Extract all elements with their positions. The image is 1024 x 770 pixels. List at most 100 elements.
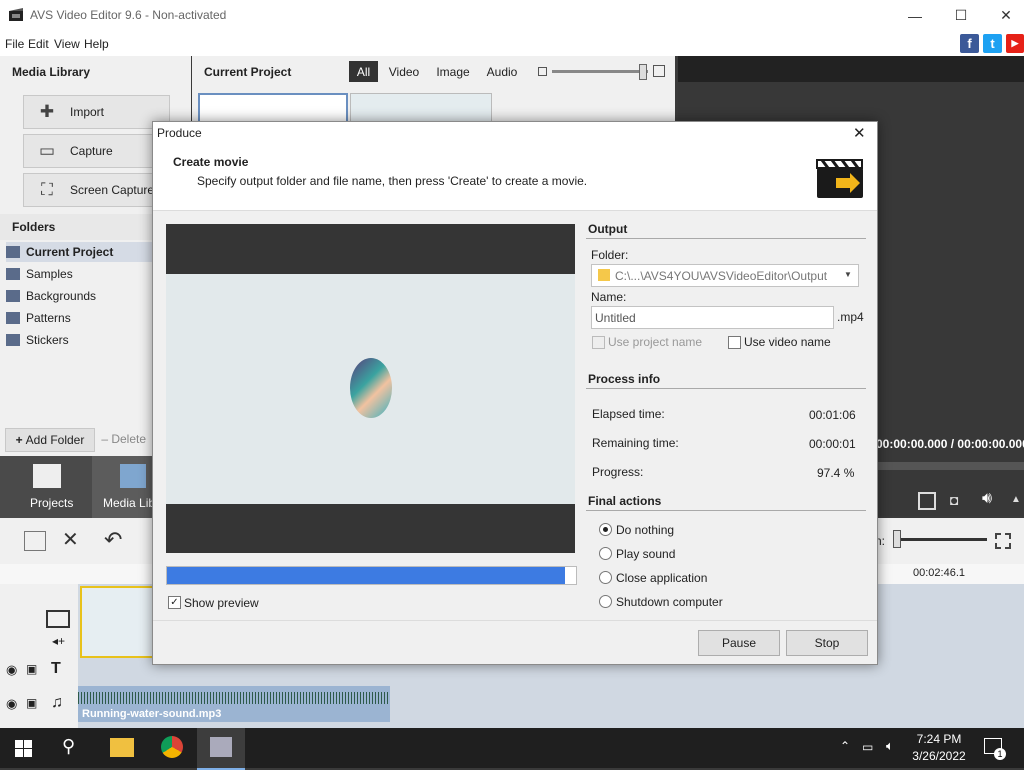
radio-play-sound[interactable] xyxy=(599,547,612,560)
youtube-icon[interactable]: ▶ xyxy=(1006,34,1024,53)
option-close-application-label: Close application xyxy=(616,571,708,585)
folder-icon xyxy=(598,269,610,281)
ruler-timestamp: 00:02:46.1 xyxy=(913,567,965,579)
show-preview-label: Show preview xyxy=(184,596,259,610)
video-clip[interactable] xyxy=(80,586,156,658)
radio-shutdown-computer[interactable] xyxy=(599,595,612,608)
name-label: Name: xyxy=(591,290,627,304)
preview-frame xyxy=(166,274,575,504)
audio-clip[interactable]: Running-water-sound.mp3 xyxy=(78,686,390,722)
dialog-close-button[interactable]: ✕ xyxy=(853,124,866,142)
tab-media-library-label: Media Libr xyxy=(103,496,160,510)
folder-patterns[interactable]: Patterns xyxy=(6,308,156,328)
avs-app-icon xyxy=(210,737,232,757)
add-folder-button[interactable]: + Add Folder xyxy=(5,428,95,452)
filter-image[interactable]: Image xyxy=(432,61,474,82)
progress-label: Progress: xyxy=(592,465,644,479)
filter-all[interactable]: All xyxy=(349,61,378,82)
menu-view[interactable]: View xyxy=(54,37,80,51)
title-bar: AVS Video Editor 9.6 - Non-activated — ☐… xyxy=(0,0,1024,31)
folder-label: Stickers xyxy=(26,333,69,347)
radio-close-application[interactable] xyxy=(599,571,612,584)
dialog-title-bar: Produce ✕ xyxy=(153,122,877,144)
folder-stickers[interactable]: Stickers xyxy=(6,330,156,350)
clock-date[interactable]: 3/26/2022 xyxy=(911,749,967,763)
stop-button[interactable]: Stop xyxy=(786,630,868,656)
filter-audio[interactable]: Audio xyxy=(483,61,521,82)
fullscreen-icon[interactable] xyxy=(918,492,936,510)
output-name-value: Untitled xyxy=(595,311,636,325)
chrome-icon[interactable] xyxy=(161,736,183,758)
capture-button[interactable]: ▭ Capture xyxy=(23,134,170,168)
chevron-up-icon[interactable]: ⌃ xyxy=(840,739,850,753)
filter-video[interactable]: Video xyxy=(385,61,423,82)
use-project-name-checkbox[interactable] xyxy=(592,336,605,349)
tab-projects-label: Projects xyxy=(30,496,74,510)
folder-icon xyxy=(6,246,20,258)
eye-icon[interactable]: ◉ xyxy=(6,696,17,712)
file-explorer-icon[interactable] xyxy=(110,738,134,757)
slider-handle[interactable] xyxy=(639,64,647,80)
progress-fill xyxy=(167,567,566,584)
eye-icon[interactable]: ◉ xyxy=(6,662,17,678)
close-window-button[interactable]: ✕ xyxy=(983,0,1024,31)
clock-time[interactable]: 7:24 PM xyxy=(915,732,963,746)
pause-button[interactable]: Pause xyxy=(698,630,780,656)
option-play-sound-label: Play sound xyxy=(616,547,676,561)
folder-current-project[interactable]: Current Project xyxy=(6,242,156,262)
produce-progress-bar xyxy=(166,566,577,585)
delete-icon[interactable]: ✕ xyxy=(62,527,79,552)
use-project-name-label: Use project name xyxy=(608,335,703,349)
output-title: Output xyxy=(588,222,628,236)
lock-icon[interactable]: ▣ xyxy=(26,696,37,710)
avs-taskbar-button[interactable] xyxy=(197,728,245,770)
triangle-up-icon[interactable]: ▲ xyxy=(1011,494,1021,505)
delete-folder-button[interactable]: – Delete xyxy=(98,428,154,450)
menu-file[interactable]: File xyxy=(5,37,24,51)
dialog-header: Create movie Specify output folder and f… xyxy=(153,144,877,211)
folder-label: Samples xyxy=(26,267,73,281)
folder-backgrounds[interactable]: Backgrounds xyxy=(6,286,156,306)
camera-icon: ▭ xyxy=(38,141,56,160)
radio-do-nothing[interactable] xyxy=(599,523,612,536)
output-name-input[interactable]: Untitled xyxy=(591,306,834,329)
zoom-slider[interactable] xyxy=(897,538,987,541)
undo-icon[interactable]: ↶ xyxy=(104,527,122,553)
menu-help[interactable]: Help xyxy=(84,37,109,51)
folder-icon xyxy=(6,334,20,346)
music-track-icon: ♫ xyxy=(51,694,63,711)
zoom-slider-handle[interactable] xyxy=(893,530,901,548)
screen-capture-button[interactable]: ⛶ Screen Capture xyxy=(23,173,170,207)
fit-timeline-icon[interactable] xyxy=(995,533,1011,549)
show-preview-checkbox[interactable]: ✓ xyxy=(168,596,181,609)
use-video-name-checkbox[interactable] xyxy=(728,336,741,349)
preview-seek-bar[interactable] xyxy=(876,462,1024,470)
produce-dialog: Produce ✕ Create movie Specify output fo… xyxy=(152,121,878,665)
folder-icon xyxy=(6,268,20,280)
snapshot-icon[interactable]: ◘ xyxy=(950,492,958,508)
maximize-button[interactable]: ☐ xyxy=(938,0,984,31)
lock-icon[interactable]: ▣ xyxy=(26,662,37,676)
storyboard-icon[interactable] xyxy=(24,531,46,551)
volume-icon[interactable]: 🔊︎ xyxy=(982,490,992,508)
use-video-name-label: Use video name xyxy=(744,335,831,349)
screen-capture-label: Screen Capture xyxy=(70,183,155,197)
menu-edit[interactable]: Edit xyxy=(28,37,49,51)
audio-waveform xyxy=(78,692,390,704)
tab-projects[interactable]: Projects xyxy=(0,456,92,518)
import-button[interactable]: ✚ Import xyxy=(23,95,170,129)
search-icon[interactable]: ⚲ xyxy=(62,736,75,757)
audio-mute-icon[interactable]: ◂+ xyxy=(52,634,65,648)
network-icon[interactable]: ▭ xyxy=(862,740,873,754)
option-shutdown-computer-label: Shutdown computer xyxy=(616,595,723,609)
facebook-icon[interactable]: f xyxy=(960,34,979,53)
folders-header: Folders xyxy=(12,220,56,234)
folder-label: Patterns xyxy=(26,311,71,325)
minimize-button[interactable]: — xyxy=(892,0,938,31)
twitter-icon[interactable]: t xyxy=(983,34,1002,53)
folder-samples[interactable]: Samples xyxy=(6,264,156,284)
windows-start-icon[interactable] xyxy=(15,740,32,760)
speaker-icon[interactable]: 🔈︎ xyxy=(886,738,894,754)
output-folder-dropdown[interactable]: C:\...\AVS4YOU\AVSVideoEditor\Output ▼ xyxy=(591,264,859,287)
thumbnail-size-slider[interactable] xyxy=(552,70,648,73)
